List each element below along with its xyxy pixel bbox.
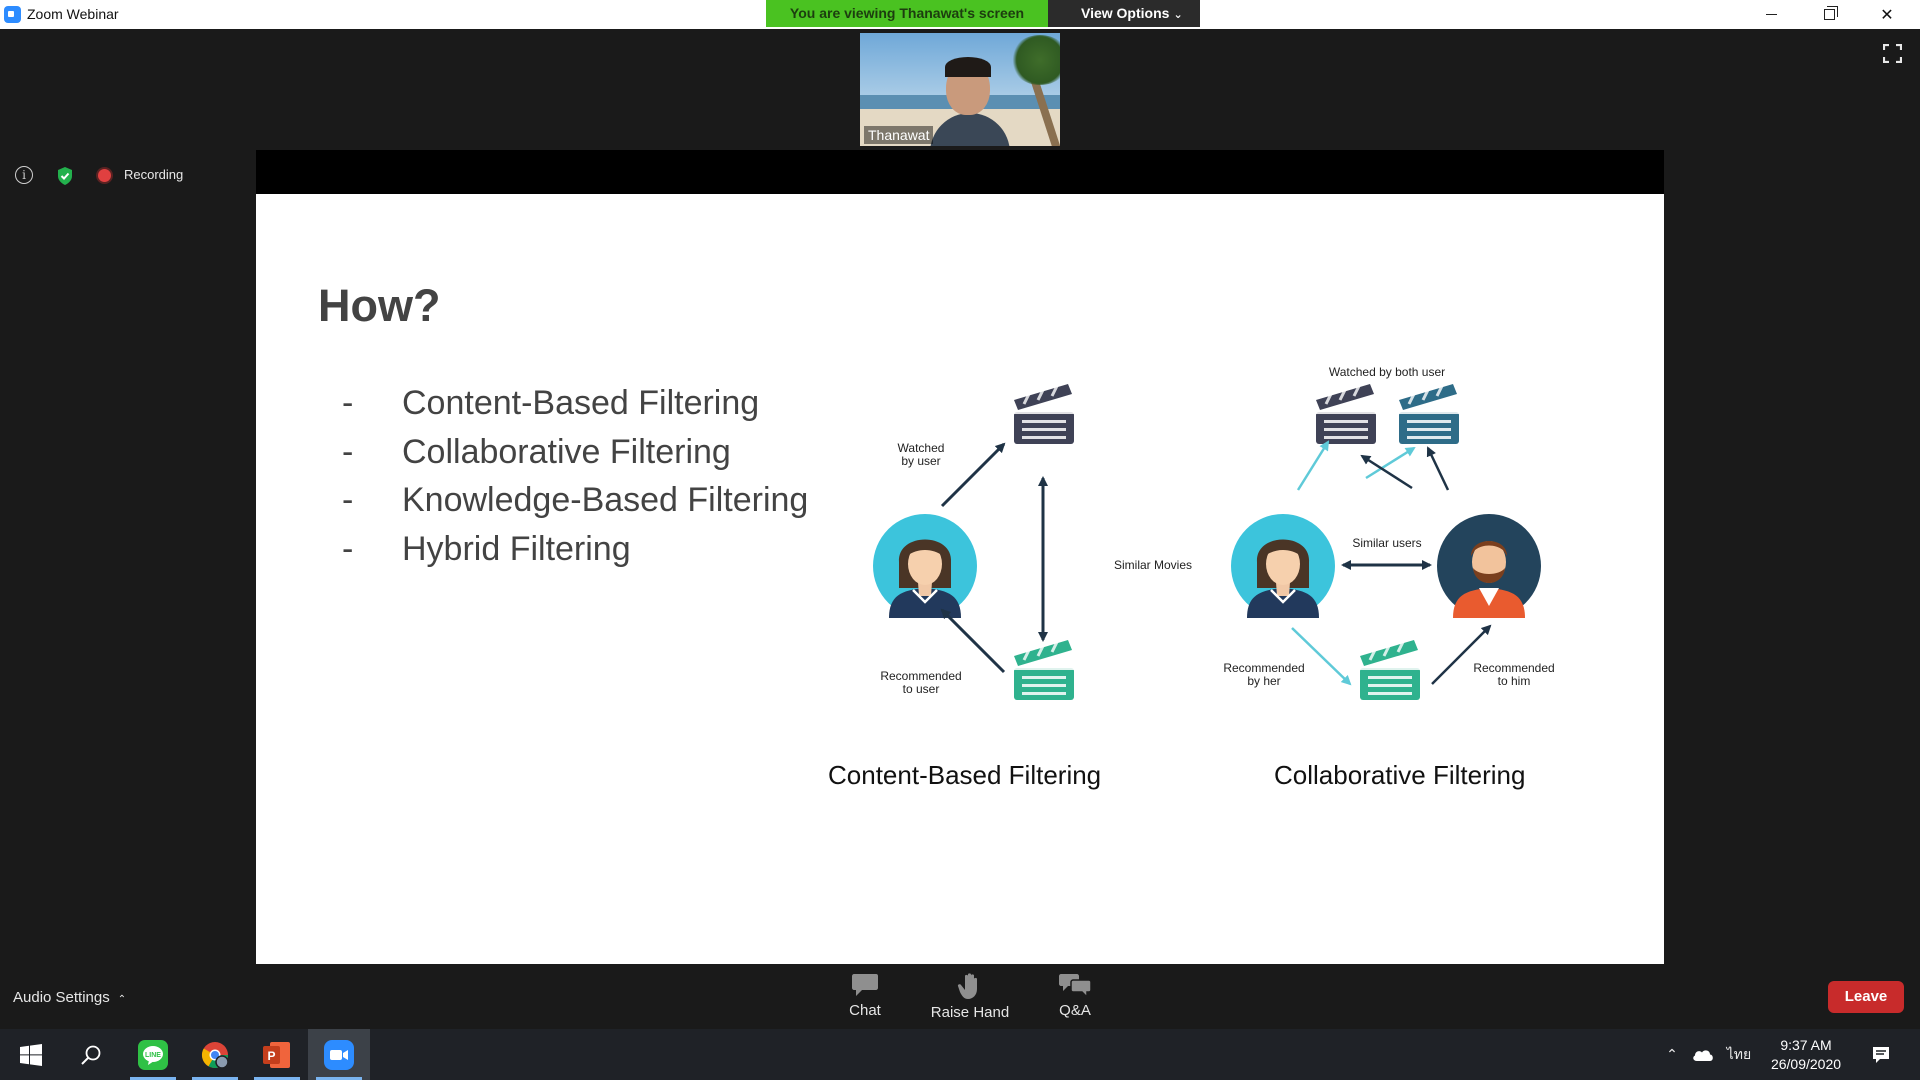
content-based-caption: Content-Based Filtering (828, 760, 1102, 790)
input-language-indicator[interactable]: ไทย (1722, 1029, 1756, 1080)
recommended-by-her-label: Recommended by her (1223, 661, 1304, 688)
taskbar-chrome-app[interactable] (184, 1029, 246, 1080)
raise-hand-icon (957, 973, 977, 999)
user-avatar-male-icon (1437, 514, 1541, 618)
collaborative-caption: Collaborative Filtering (1274, 760, 1526, 790)
chevron-up-icon: ⌃ (1666, 1046, 1678, 1062)
participant-video-thumbnail[interactable]: Thanawat (860, 33, 1060, 146)
filtering-diagram: Watched by user Similar Movies Recommende… (873, 365, 1555, 700)
recording-indicator-icon (98, 169, 111, 182)
title-bar: Zoom Webinar You are viewing Thanawat's … (0, 0, 1920, 29)
svg-text:LINE: LINE (145, 1052, 161, 1059)
recommended-to-him-label: Recommended to him (1473, 661, 1554, 688)
clapperboard-watched-icon (1014, 383, 1074, 444)
clapperboard-dark-icon (1316, 383, 1376, 444)
zoom-app-icon (4, 6, 21, 23)
encryption-shield-icon[interactable] (56, 166, 74, 186)
audio-settings-label: Audio Settings (13, 989, 110, 1006)
show-hidden-icons-button[interactable]: ⌃ (1658, 1029, 1686, 1080)
window-title: Zoom Webinar (27, 6, 119, 22)
screen-share-banner: You are viewing Thanawat's screen (766, 0, 1048, 27)
user-avatar-female-icon (1231, 514, 1335, 618)
raise-hand-label: Raise Hand (930, 1004, 1010, 1021)
minimize-icon (1765, 14, 1777, 15)
clock-time: 9:37 AM (1780, 1037, 1832, 1053)
raise-hand-button[interactable]: Raise Hand (925, 972, 1015, 1028)
watched-by-both-label: Watched by both user (1329, 365, 1445, 379)
taskbar-powerpoint-app[interactable]: P (246, 1029, 308, 1080)
notification-icon (1873, 1046, 1889, 1063)
clapperboard-green-icon (1360, 639, 1420, 700)
leave-button[interactable]: Leave (1828, 981, 1904, 1013)
shared-screen-top-band (256, 150, 1664, 194)
onedrive-tray[interactable] (1688, 1029, 1718, 1080)
restore-button[interactable] (1800, 0, 1858, 29)
view-options-button[interactable]: View Options ⌄ (1048, 0, 1200, 27)
clock-date: 26/09/2020 (1770, 1056, 1842, 1072)
chat-icon (852, 974, 878, 996)
close-button[interactable]: ✕ (1858, 0, 1916, 29)
minimize-button[interactable] (1742, 0, 1800, 29)
meeting-info-icon[interactable]: i (15, 166, 33, 184)
line-app-icon: LINE (138, 1039, 168, 1070)
search-button[interactable] (60, 1029, 122, 1080)
user-avatar-female-icon (873, 514, 977, 618)
shared-slide: How? - Content-Based Filtering - Collabora… (256, 194, 1664, 964)
qa-button[interactable]: Q&A (1030, 972, 1120, 1028)
similar-users-label: Similar users (1352, 536, 1421, 550)
chrome-icon (201, 1041, 229, 1069)
windows-logo-icon (20, 1043, 42, 1066)
chat-label: Chat (849, 1002, 881, 1019)
windows-taskbar: LINE P ⌃ ไทย 9:37 AM 26/09/2020 (0, 1029, 1920, 1080)
search-icon (81, 1045, 101, 1065)
recommended-to-user-label: Recommended to user (880, 669, 961, 696)
fullscreen-icon[interactable] (1883, 44, 1902, 63)
close-icon: ✕ (1880, 6, 1894, 24)
recording-label: Recording (124, 167, 184, 182)
participant-name: Thanawat (864, 126, 934, 144)
taskbar-zoom-app[interactable] (308, 1029, 370, 1080)
onedrive-cloud-icon (1693, 1049, 1713, 1061)
svg-text:P: P (267, 1049, 275, 1063)
watched-by-user-label: Watched by user (898, 441, 945, 468)
clapperboard-teal-icon (1399, 383, 1459, 444)
meeting-controls-bar: Audio Settings ⌃ Chat Raise Hand Q&A Leav… (0, 964, 1920, 1029)
zoom-icon (324, 1039, 354, 1070)
action-center-button[interactable] (1864, 1029, 1898, 1080)
chevron-down-icon: ⌄ (1173, 9, 1183, 21)
qa-label: Q&A (1059, 1002, 1091, 1019)
taskbar-clock[interactable]: 9:37 AM 26/09/2020 (1756, 1036, 1856, 1074)
chevron-up-icon: ⌃ (117, 994, 127, 1005)
zoom-webinar-window: Zoom Webinar You are viewing Thanawat's … (0, 0, 1920, 1080)
taskbar-line-app[interactable]: LINE (122, 1029, 184, 1080)
powerpoint-icon: P (263, 1041, 290, 1068)
qa-icon (1059, 974, 1091, 998)
restore-icon (1823, 6, 1838, 20)
start-button[interactable] (0, 1029, 62, 1080)
chat-button[interactable]: Chat (820, 972, 910, 1028)
view-options-label: View Options (1081, 5, 1170, 21)
similar-movies-label: Similar Movies (1114, 558, 1192, 572)
clapperboard-recommended-icon (1014, 639, 1074, 700)
audio-settings-button[interactable]: Audio Settings ⌃ (13, 989, 126, 1006)
